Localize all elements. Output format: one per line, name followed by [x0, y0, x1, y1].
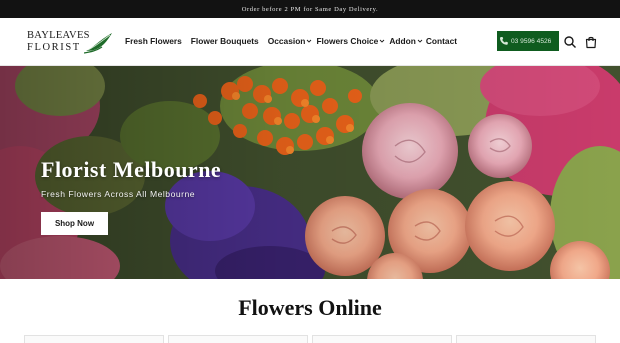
nav-item-addon[interactable]: Addon	[389, 36, 423, 46]
nav-item-label: Fresh Flowers	[125, 36, 182, 46]
logo-text-line2: FLORIST	[27, 42, 81, 53]
nav-item-occasion[interactable]: Occasion	[268, 36, 313, 46]
logo-text-line1: BAYLEAVES	[27, 30, 90, 41]
hero-subtitle: Fresh Flowers Across All Melbourne	[41, 189, 196, 199]
nav-item-flowers-choice[interactable]: Flowers Choice	[316, 36, 385, 46]
nav-item-flower-bouquets[interactable]: Flower Bouquets	[191, 36, 259, 46]
product-card[interactable]	[456, 335, 596, 343]
product-card[interactable]	[168, 335, 308, 343]
nav-item-label: Addon	[389, 36, 416, 46]
section-title: Flowers Online	[238, 295, 382, 320]
announcement-bar: Order before 2 PM for Same Day Delivery.	[0, 0, 620, 18]
phone-icon	[500, 37, 508, 45]
nav-item-label: Occasion	[267, 36, 306, 46]
site-header: BAYLEAVES FLORIST Fresh Flowers Flower B…	[0, 18, 620, 66]
chevron-down-icon	[417, 39, 423, 43]
shop-now-button[interactable]: Shop Now	[41, 212, 108, 235]
hero-title: Florist Melbourne	[41, 157, 222, 182]
chevron-down-icon	[380, 39, 385, 43]
nav-item-fresh-flowers[interactable]: Fresh Flowers	[125, 36, 182, 46]
site-logo[interactable]: BAYLEAVES FLORIST	[27, 29, 115, 55]
nav-item-label: Flowers Choice	[316, 36, 379, 46]
product-card[interactable]	[24, 335, 164, 343]
product-card[interactable]	[312, 335, 452, 343]
search-icon	[564, 36, 576, 48]
cart-button[interactable]	[584, 35, 598, 49]
main-navigation: Fresh Flowers Flower Bouquets Occasion F…	[125, 36, 457, 46]
leaf-logo-icon	[84, 33, 112, 54]
nav-item-label: Contact	[425, 36, 458, 46]
hero-banner: Florist Melbourne Fresh Flowers Across A…	[0, 66, 620, 279]
chevron-down-icon	[307, 39, 312, 43]
cart-icon	[585, 36, 597, 49]
announcement-text: Order before 2 PM for Same Day Delivery.	[241, 5, 379, 13]
nav-item-label: Flower Bouquets	[190, 36, 259, 46]
phone-call-button[interactable]: 03 9596 4526	[497, 31, 559, 51]
search-button[interactable]	[563, 35, 577, 49]
nav-item-contact[interactable]: Contact	[426, 36, 457, 46]
phone-number: 03 9596 4526	[511, 37, 552, 45]
